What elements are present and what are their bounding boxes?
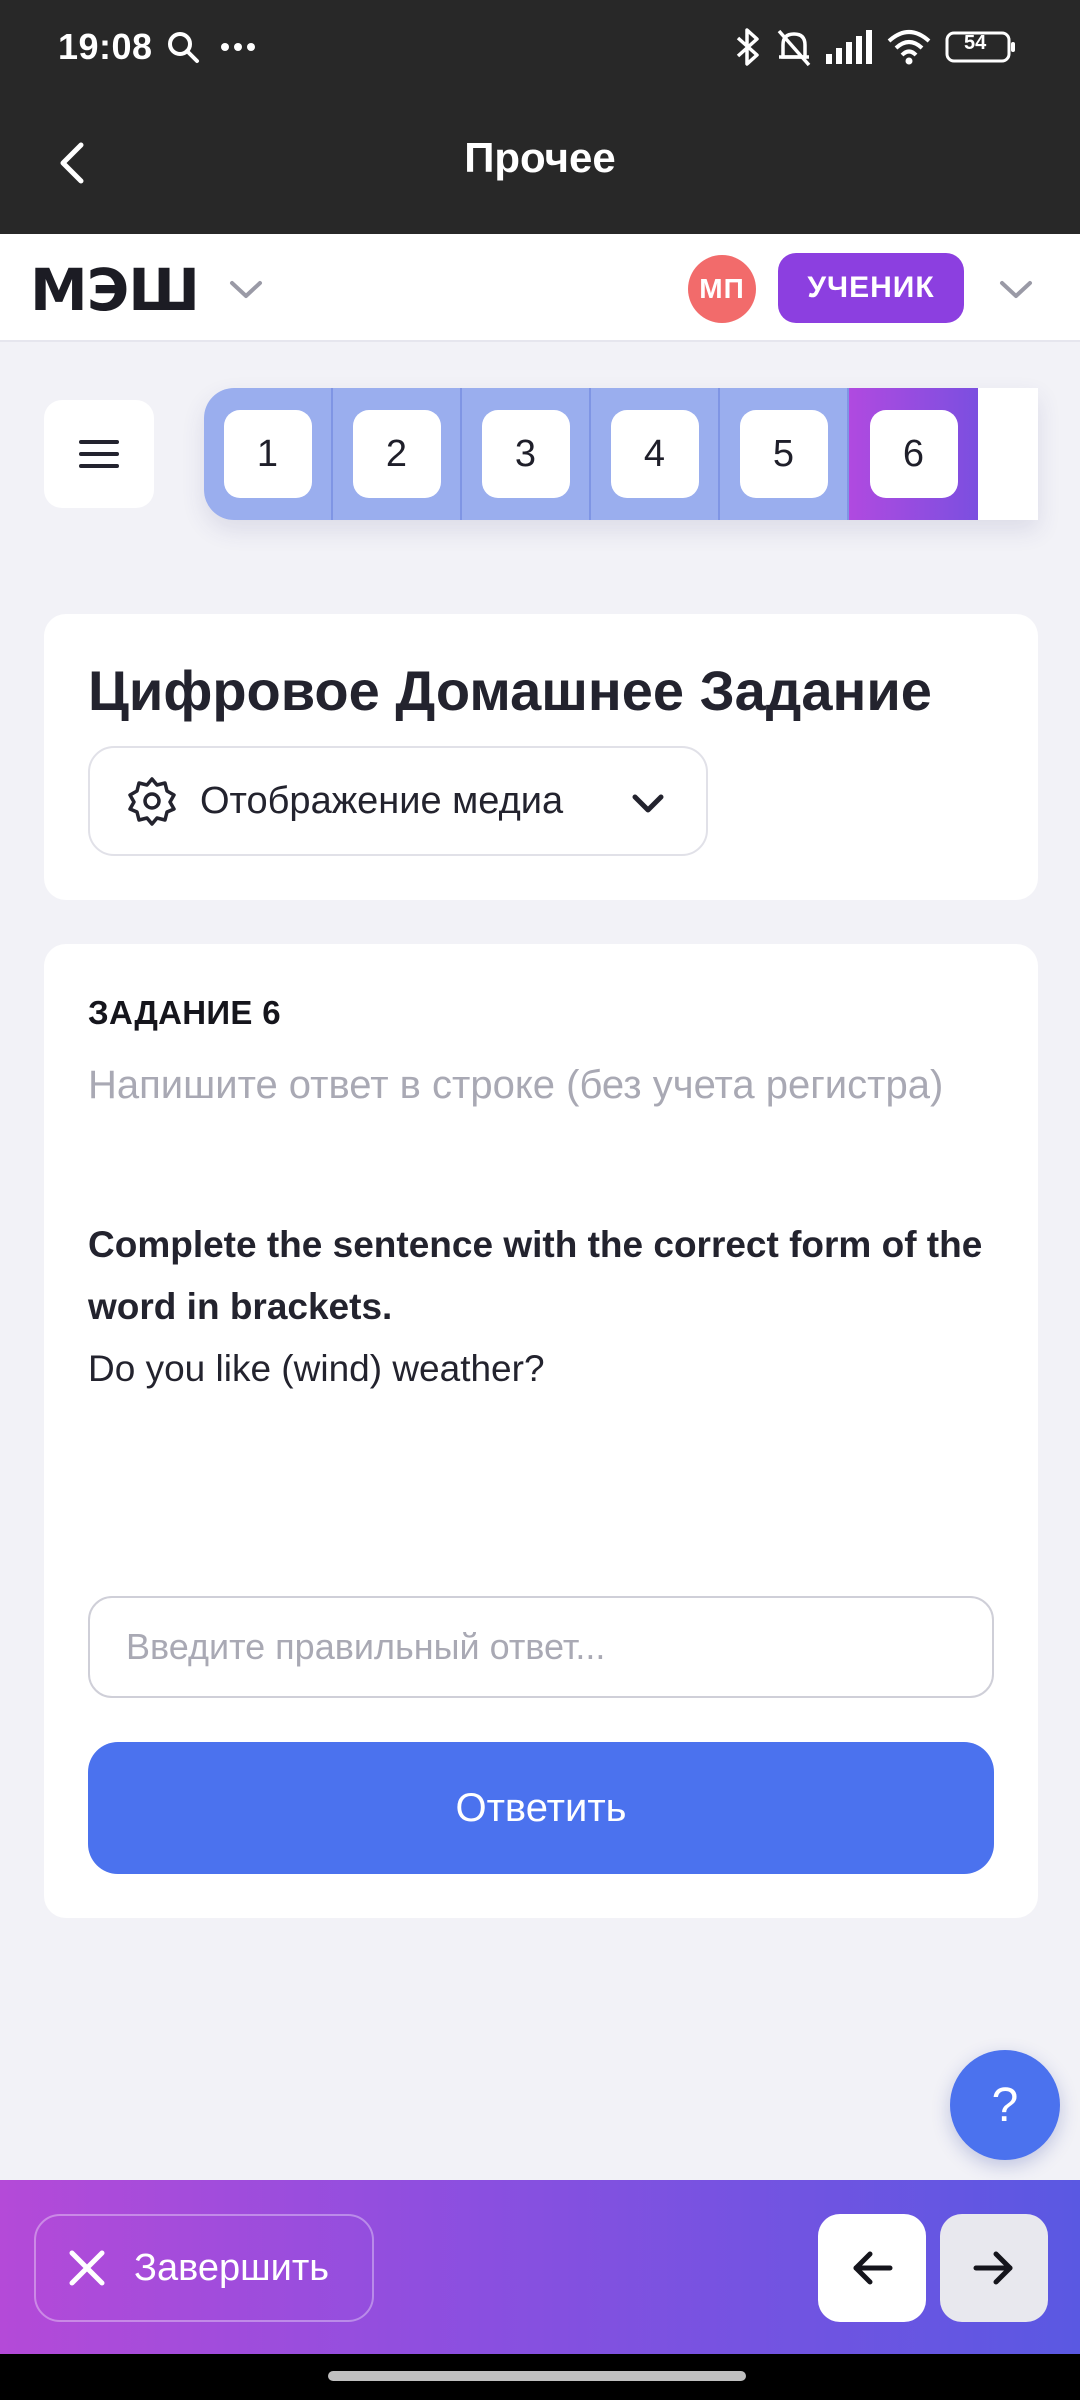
site-header: МЭШ МП УЧЕНИК [0, 234, 1080, 342]
task-card: ЗАДАНИЕ 6 Напишите ответ в строке (без у… [44, 944, 1038, 1918]
task-sentence: Do you like (wind) weather? [88, 1348, 545, 1389]
search-icon [160, 24, 206, 70]
system-nav-bar [0, 2354, 1080, 2400]
chevron-down-icon[interactable] [222, 270, 270, 310]
finish-label: Завершить [134, 2246, 330, 2289]
task-number: 1 [223, 410, 312, 498]
arrow-left-icon [853, 2251, 893, 2285]
status-time: 19:08 [58, 26, 153, 67]
task-hint: Напишите ответ в строке (без учета регис… [88, 1063, 944, 1107]
homework-card: Цифровое Домашнее Задание Отображение ме… [44, 614, 1038, 900]
page-title: Цифровое Домашнее Задание [88, 659, 932, 722]
task-tab-next-peek[interactable] [978, 388, 1038, 520]
previous-task-button[interactable] [818, 2214, 926, 2322]
arrow-right-icon [973, 2251, 1013, 2285]
task-number: 4 [610, 410, 699, 498]
bottom-bar: Завершить [0, 2180, 1080, 2354]
battery-icon: 54 [944, 24, 1018, 70]
status-bar: 19:08 54 [0, 0, 1080, 100]
menu-button[interactable] [44, 400, 154, 508]
avatar[interactable]: МП [688, 255, 756, 323]
task-navigator: 1 2 3 4 5 6 [204, 388, 1038, 520]
signal-icon [822, 24, 874, 70]
task-number: 6 [869, 410, 958, 498]
task-tab-4[interactable]: 4 [591, 388, 720, 520]
media-select-label: Отображение медиа [200, 779, 564, 822]
chevron-down-icon [628, 784, 668, 824]
bluetooth-icon [728, 24, 768, 70]
submit-answer-button[interactable]: Ответить [88, 1742, 994, 1874]
close-icon [62, 2243, 112, 2293]
task-tab-6-active[interactable]: 6 [849, 388, 978, 520]
task-tab-5[interactable]: 5 [720, 388, 849, 520]
role-badge[interactable]: УЧЕНИК [778, 253, 964, 323]
task-question: Complete the sentence with the correct f… [88, 1224, 983, 1327]
media-display-select[interactable]: Отображение медиа [88, 746, 708, 856]
task-number: 5 [739, 410, 828, 498]
more-dots-icon [218, 24, 258, 70]
bell-muted-icon [772, 24, 816, 70]
task-tab-3[interactable]: 3 [462, 388, 591, 520]
help-button[interactable]: ? [950, 2050, 1060, 2160]
finish-button[interactable]: Завершить [34, 2214, 374, 2322]
task-tab-1[interactable]: 1 [204, 388, 333, 520]
chevron-down-icon[interactable] [992, 270, 1040, 310]
task-label: ЗАДАНИЕ 6 [88, 994, 281, 1031]
gear-icon [126, 775, 178, 827]
logo[interactable]: МЭШ [30, 256, 200, 324]
task-number: 2 [352, 410, 441, 498]
wifi-icon [884, 24, 934, 70]
app-title: Прочее [464, 134, 616, 181]
task-tab-2[interactable]: 2 [333, 388, 462, 520]
next-task-button[interactable] [940, 2214, 1048, 2322]
answer-input[interactable] [88, 1596, 994, 1698]
task-number: 3 [481, 410, 570, 498]
battery-level: 54 [964, 32, 987, 54]
home-indicator[interactable] [328, 2371, 746, 2381]
app-bar: Прочее [0, 100, 1080, 234]
hamburger-icon [79, 440, 119, 468]
